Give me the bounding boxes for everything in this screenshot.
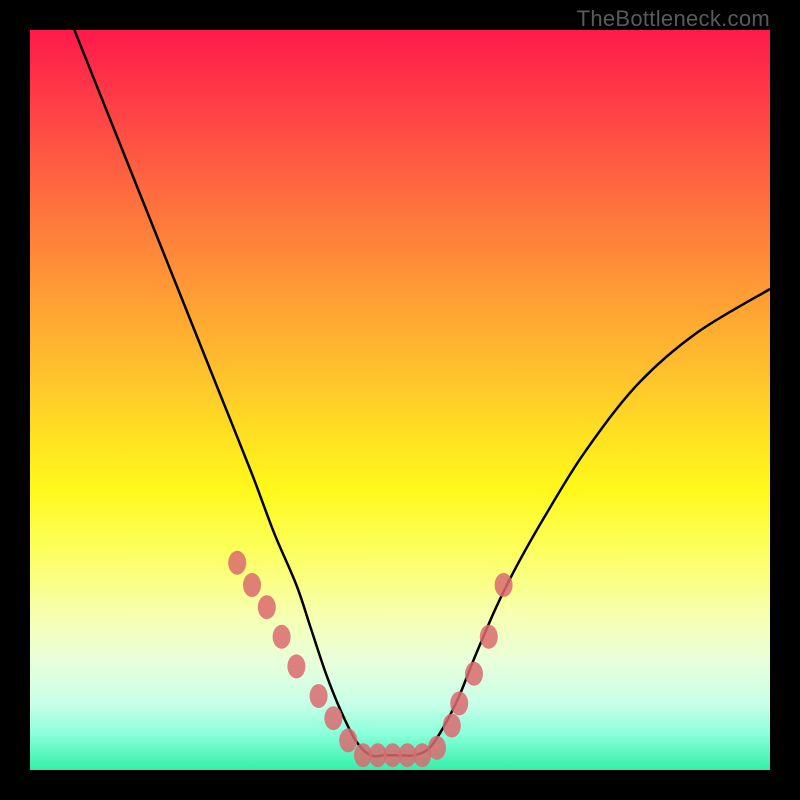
marker-point [228,551,246,575]
marker-point [339,728,357,752]
curve-layer [30,30,770,770]
marker-point [287,654,305,678]
marker-point [465,662,483,686]
marker-point [480,625,498,649]
plot-area [30,30,770,770]
chart-frame: TheBottleneck.com [0,0,800,800]
bottleneck-curve [74,30,770,756]
marker-point [428,736,446,760]
marker-point [310,684,328,708]
marker-point [243,573,261,597]
curve-markers [228,551,512,767]
marker-point [495,573,513,597]
marker-point [443,714,461,738]
watermark-text: TheBottleneck.com [577,6,770,32]
marker-point [273,625,291,649]
marker-point [258,595,276,619]
marker-point [450,691,468,715]
marker-point [324,706,342,730]
